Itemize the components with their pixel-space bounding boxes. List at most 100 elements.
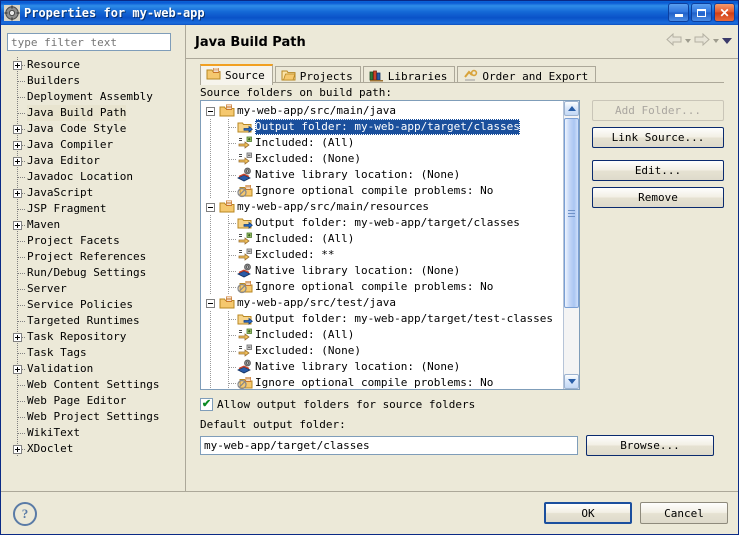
- build-tree-row[interactable]: Ignore optional compile problems: No: [201, 183, 563, 199]
- forward-arrow-icon[interactable]: [694, 33, 710, 49]
- build-tree-row[interactable]: Native library location: (None): [201, 263, 563, 279]
- tree-dash: [229, 175, 237, 176]
- allow-output-folders-row[interactable]: ✔ Allow output folders for source folder…: [200, 398, 475, 411]
- cancel-button[interactable]: Cancel: [640, 502, 728, 524]
- back-dropdown-icon[interactable]: [685, 39, 691, 43]
- tree-guide-line: [210, 183, 211, 199]
- sidebar-item-java-editor[interactable]: Java Editor: [3, 153, 183, 169]
- collapse-toggle-icon[interactable]: [206, 107, 215, 116]
- build-tree-row[interactable]: my-web-app/src/main/java: [201, 103, 563, 119]
- back-arrow-icon[interactable]: [666, 33, 682, 49]
- expand-toggle-icon[interactable]: [13, 141, 22, 150]
- forward-dropdown-icon[interactable]: [713, 39, 719, 43]
- sidebar-item-web-content-settings[interactable]: Web Content Settings: [3, 377, 183, 393]
- tree-dash: [18, 417, 25, 418]
- sidebar-item-java-compiler[interactable]: Java Compiler: [3, 137, 183, 153]
- close-button[interactable]: ✕: [714, 3, 735, 22]
- sidebar-item-label: Web Page Editor: [27, 393, 126, 409]
- sidebar-item-web-page-editor[interactable]: Web Page Editor: [3, 393, 183, 409]
- sidebar-item-validation[interactable]: Validation: [3, 361, 183, 377]
- build-tree-row[interactable]: Included: (All): [201, 135, 563, 151]
- sidebar-item-jsp-fragment[interactable]: JSP Fragment: [3, 201, 183, 217]
- sidebar-item-task-tags[interactable]: Task Tags: [3, 345, 183, 361]
- remove-button[interactable]: Remove: [592, 187, 724, 208]
- maximize-button[interactable]: [691, 3, 712, 22]
- build-tree-row[interactable]: Output folder: my-web-app/target/test-cl…: [201, 311, 563, 327]
- build-tree-row[interactable]: Output folder: my-web-app/target/classes: [201, 215, 563, 231]
- sidebar-item-targeted-runtimes[interactable]: Targeted Runtimes: [3, 313, 183, 329]
- expand-toggle-icon[interactable]: [13, 333, 22, 342]
- minimize-button[interactable]: [668, 3, 689, 22]
- link-source-button[interactable]: Link Source...: [592, 127, 724, 148]
- sidebar-item-web-project-settings[interactable]: Web Project Settings: [3, 409, 183, 425]
- sidebar-item-xdoclet[interactable]: XDoclet: [3, 441, 183, 457]
- filter-input[interactable]: [7, 33, 171, 51]
- expand-toggle-icon[interactable]: [13, 157, 22, 166]
- expand-toggle-icon[interactable]: [13, 445, 22, 454]
- tree-vertical-scrollbar[interactable]: [563, 101, 579, 389]
- scrollbar-thumb[interactable]: [564, 118, 579, 308]
- build-tree-row[interactable]: Excluded: (None): [201, 343, 563, 359]
- sidebar-item-java-code-style[interactable]: Java Code Style: [3, 121, 183, 137]
- sidebar-item-project-references[interactable]: Project References: [3, 249, 183, 265]
- sidebar-item-javascript[interactable]: JavaScript: [3, 185, 183, 201]
- tree-dash: [18, 353, 25, 354]
- excluded-icon: [237, 247, 253, 263]
- build-tree-row-label: Included: (All): [255, 135, 354, 151]
- tree-guide-line: [210, 247, 211, 263]
- sidebar-item-label: Task Repository: [27, 329, 126, 345]
- build-tree-row[interactable]: Excluded: **: [201, 247, 563, 263]
- build-tree-row[interactable]: Native library location: (None): [201, 359, 563, 375]
- build-tree-row[interactable]: Output folder: my-web-app/target/classes: [201, 119, 563, 135]
- default-output-input[interactable]: [200, 436, 578, 455]
- build-tree-row[interactable]: Included: (All): [201, 231, 563, 247]
- sidebar-item-label: XDoclet: [27, 441, 73, 457]
- help-question-icon[interactable]: ?: [13, 502, 37, 526]
- browse-button[interactable]: Browse...: [586, 435, 714, 456]
- tree-guide-line: [210, 231, 211, 247]
- build-tree-row[interactable]: my-web-app/src/test/java: [201, 295, 563, 311]
- source-folder-icon: [206, 67, 221, 84]
- allow-output-folders-checkbox[interactable]: ✔: [200, 398, 213, 411]
- tree-dash: [229, 319, 237, 320]
- sidebar-item-maven[interactable]: Maven: [3, 217, 183, 233]
- expand-toggle-icon[interactable]: [13, 189, 22, 198]
- sidebar-item-java-build-path[interactable]: Java Build Path: [3, 105, 183, 121]
- sidebar-item-task-repository[interactable]: Task Repository: [3, 329, 183, 345]
- build-tree-row[interactable]: my-web-app/src/main/resources: [201, 199, 563, 215]
- tree-dash: [229, 255, 237, 256]
- native-library-icon: [237, 263, 253, 279]
- source-folder-icon: [219, 295, 235, 311]
- edit-button[interactable]: Edit...: [592, 160, 724, 181]
- expand-toggle-icon[interactable]: [13, 61, 22, 70]
- tree-dash: [18, 305, 25, 306]
- build-tree-row[interactable]: Ignore optional compile problems: No: [201, 279, 563, 295]
- sidebar-item-service-policies[interactable]: Service Policies: [3, 297, 183, 313]
- source-folders-tree[interactable]: my-web-app/src/main/javaOutput folder: m…: [200, 100, 580, 390]
- build-tree-row[interactable]: Excluded: (None): [201, 151, 563, 167]
- expand-toggle-icon[interactable]: [13, 365, 22, 374]
- sidebar-item-resource[interactable]: Resource: [3, 57, 183, 73]
- collapse-toggle-icon[interactable]: [206, 299, 215, 308]
- sidebar-item-deployment-assembly[interactable]: Deployment Assembly: [3, 89, 183, 105]
- sidebar-item-wikitext[interactable]: WikiText: [3, 425, 183, 441]
- sidebar-item-javadoc-location[interactable]: Javadoc Location: [3, 169, 183, 185]
- sidebar-item-server[interactable]: Server: [3, 281, 183, 297]
- view-menu-icon[interactable]: [722, 38, 732, 44]
- sidebar-item-run-debug-settings[interactable]: Run/Debug Settings: [3, 265, 183, 281]
- build-tree-row-label: Excluded: (None): [255, 151, 361, 167]
- build-tree-row[interactable]: Included: (All): [201, 327, 563, 343]
- sidebar-item-builders[interactable]: Builders: [3, 73, 183, 89]
- collapse-toggle-icon[interactable]: [206, 203, 215, 212]
- header-divider: [186, 58, 738, 59]
- tab-source[interactable]: Source: [200, 64, 273, 85]
- ok-button[interactable]: OK: [544, 502, 632, 524]
- expand-toggle-icon[interactable]: [13, 125, 22, 134]
- scroll-up-button[interactable]: [564, 101, 579, 116]
- scroll-down-button[interactable]: [564, 374, 579, 389]
- tree-dash: [18, 257, 25, 258]
- build-tree-row[interactable]: Ignore optional compile problems: No: [201, 375, 563, 390]
- build-tree-row[interactable]: Native library location: (None): [201, 167, 563, 183]
- sidebar-item-project-facets[interactable]: Project Facets: [3, 233, 183, 249]
- expand-toggle-icon[interactable]: [13, 221, 22, 230]
